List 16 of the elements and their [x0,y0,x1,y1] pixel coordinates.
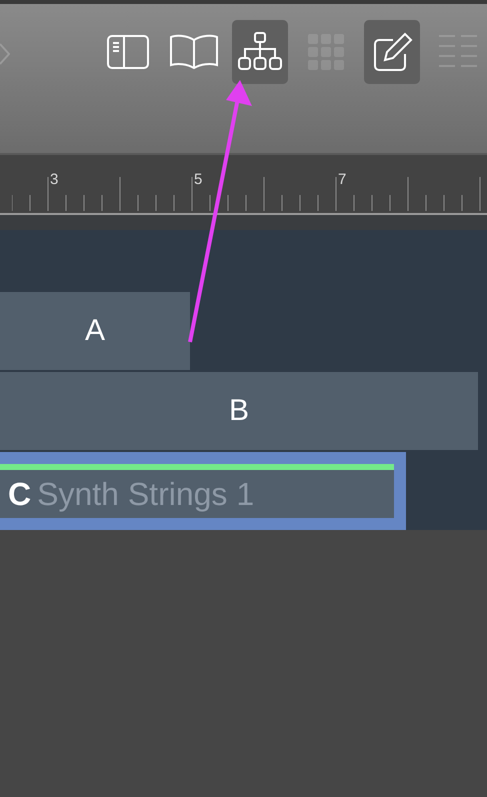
bar-number: 5 [194,170,204,190]
edit-icon [371,32,413,72]
region[interactable]: B [0,372,478,450]
region[interactable]: A [0,292,190,370]
bar-number: 3 [50,170,60,190]
bar-number: 7 [338,170,348,190]
hierarchy-button[interactable] [232,20,288,84]
sidebar-icon [106,34,150,70]
region-name: Synth Strings 1 [37,476,254,512]
hierarchy-icon [236,31,284,73]
edit-button[interactable] [364,20,420,84]
region[interactable]: C Synth Strings 1 [0,452,406,530]
grid-icon [306,32,346,72]
region-label: C [8,476,32,512]
chevron-icon [0,42,10,66]
book-icon [168,32,220,72]
